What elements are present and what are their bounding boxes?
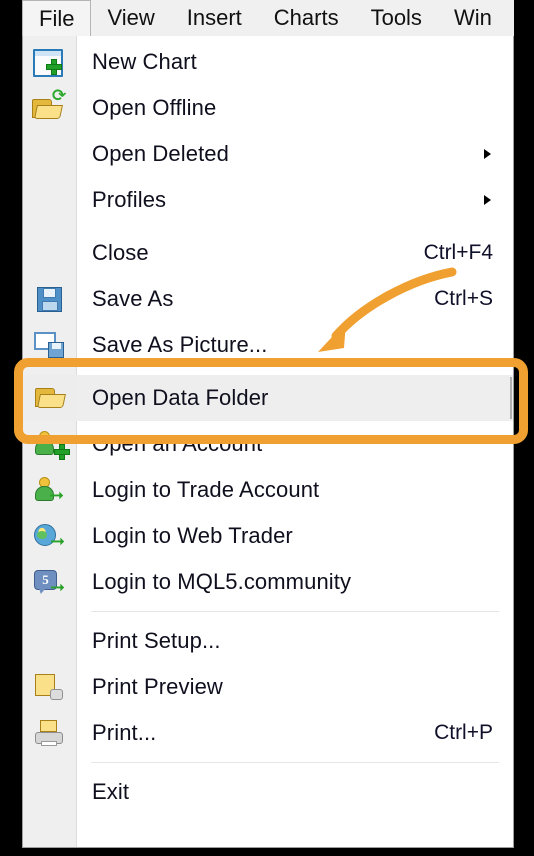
menubar-label: Charts	[273, 5, 339, 30]
menu-item-open-offline[interactable]: ⟳ Open Offline	[23, 85, 513, 131]
menubar-label: View	[107, 5, 155, 30]
menu-item-open-deleted[interactable]: Open Deleted	[23, 131, 513, 177]
menu-item-shortcut: Ctrl+S	[434, 287, 493, 310]
menu-item-new-chart[interactable]: New Chart	[23, 39, 513, 85]
menu-item-print-preview[interactable]: Print Preview	[23, 664, 513, 710]
menu-item-close[interactable]: Close Ctrl+F4	[23, 230, 513, 276]
menu-separator	[91, 611, 499, 612]
menu-item-shortcut: Ctrl+F4	[423, 241, 493, 264]
open-folder-icon	[26, 378, 72, 418]
printer-icon	[26, 713, 72, 753]
new-chart-icon	[26, 42, 72, 82]
menu-item-label: Login to Web Trader	[92, 523, 293, 548]
menu-item-login-web-trader[interactable]: ➞ Login to Web Trader	[23, 513, 513, 559]
menubar-item-insert[interactable]: Insert	[171, 0, 258, 36]
menu-item-label: Login to MQL5.community	[92, 569, 352, 594]
menu-item-print-setup[interactable]: Print Setup...	[23, 618, 513, 664]
menu-item-login-mql5-community[interactable]: 5 ➞ Login to MQL5.community	[23, 559, 513, 605]
menubar-label: Win	[453, 5, 492, 30]
menu-item-label: Print Setup...	[92, 628, 221, 653]
menubar-item-tools[interactable]: Tools	[355, 0, 438, 36]
chevron-right-icon	[484, 149, 491, 159]
menu-item-label: Print Preview	[92, 674, 223, 699]
menu-item-shortcut: Ctrl+P	[434, 721, 493, 744]
menu-item-open-an-account[interactable]: Open an Account	[23, 421, 513, 467]
menu-bar: File View Insert Charts Tools Win	[22, 0, 514, 37]
menu-item-login-trade-account[interactable]: ➞ Login to Trade Account	[23, 467, 513, 513]
menubar-item-view[interactable]: View	[91, 0, 170, 36]
menu-item-label: Open Offline	[92, 95, 217, 120]
menu-item-label: Close	[92, 240, 149, 265]
menu-item-label: Save As Picture...	[92, 332, 268, 357]
menubar-label: Tools	[370, 5, 422, 30]
menu-item-open-data-folder[interactable]: Open Data Folder	[23, 375, 513, 421]
print-preview-icon	[26, 667, 72, 707]
menu-item-label: New Chart	[92, 49, 197, 74]
account-add-icon	[26, 424, 72, 464]
menu-item-label: Print...	[92, 720, 157, 745]
open-offline-folder-icon: ⟳	[26, 87, 72, 128]
file-menu-dropdown: New Chart ⟳ Open Offline Open Deleted Pr…	[22, 36, 514, 848]
menu-item-label: Open an Account	[92, 431, 263, 456]
menu-item-profiles[interactable]: Profiles	[23, 177, 513, 223]
menu-item-label: Profiles	[92, 187, 167, 212]
menu-item-print[interactable]: Print... Ctrl+P	[23, 710, 513, 756]
globe-login-icon: ➞	[26, 516, 72, 556]
menu-item-list: New Chart ⟳ Open Offline Open Deleted Pr…	[23, 36, 513, 815]
chevron-right-icon	[484, 195, 491, 205]
menu-item-exit[interactable]: Exit	[23, 769, 513, 815]
menubar-item-window[interactable]: Win	[438, 0, 508, 36]
screen: File View Insert Charts Tools Win New Chart ⟳…	[0, 0, 534, 856]
menu-separator	[91, 762, 499, 763]
menu-item-save-as[interactable]: Save As Ctrl+S	[23, 276, 513, 322]
account-login-icon: ➞	[26, 470, 72, 510]
menubar-item-file[interactable]: File	[22, 0, 92, 36]
menubar-label: File	[39, 6, 75, 31]
menu-item-label: Exit	[92, 779, 130, 804]
menu-item-label: Open Data Folder	[92, 385, 269, 410]
menubar-label: Insert	[186, 5, 242, 30]
floppy-disk-icon	[26, 279, 72, 319]
save-as-picture-icon	[26, 325, 72, 365]
menu-item-label: Login to Trade Account	[92, 477, 320, 502]
menu-item-label: Save As	[92, 286, 174, 311]
menu-item-save-as-picture[interactable]: Save As Picture...	[23, 322, 513, 368]
mql5-community-icon: 5 ➞	[26, 562, 72, 602]
menubar-item-charts[interactable]: Charts	[258, 0, 355, 36]
menu-item-label: Open Deleted	[92, 141, 229, 166]
